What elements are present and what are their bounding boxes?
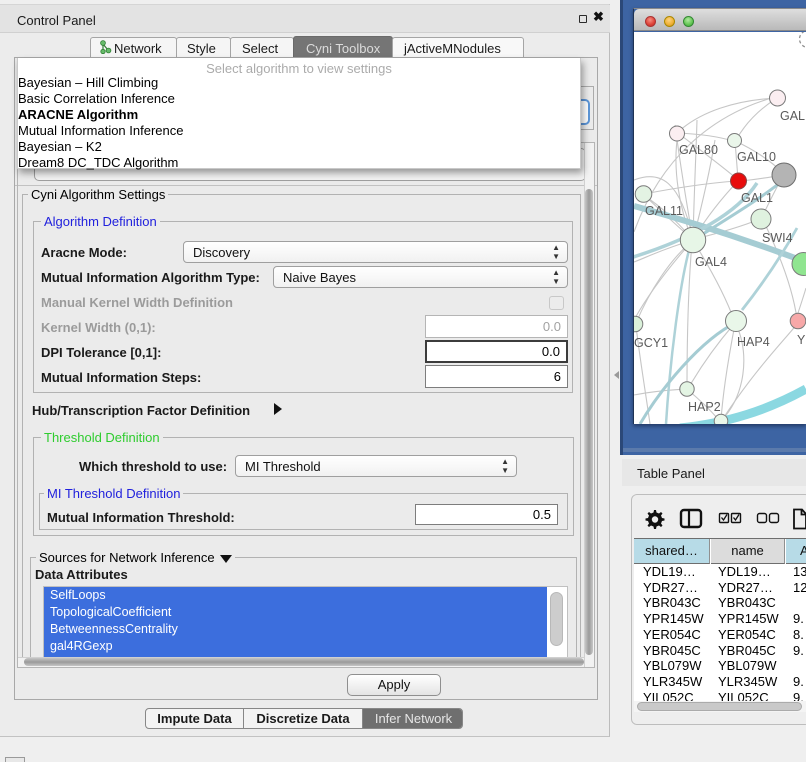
svg-text:GAL: GAL <box>780 109 805 123</box>
svg-text:GAL4: GAL4 <box>695 255 727 269</box>
svg-text:GAL11: GAL11 <box>645 204 683 218</box>
svg-text:HAP2: HAP2 <box>688 400 721 414</box>
svg-text:GAL80: GAL80 <box>679 143 718 157</box>
svg-text:GAL10: GAL10 <box>737 150 776 164</box>
svg-text:HAP4: HAP4 <box>737 335 770 349</box>
svg-text:Y: Y <box>797 333 806 347</box>
svg-text:GCY1: GCY1 <box>634 336 668 350</box>
svg-text:GAL1: GAL1 <box>741 191 773 205</box>
svg-text:SWI4: SWI4 <box>762 231 793 245</box>
